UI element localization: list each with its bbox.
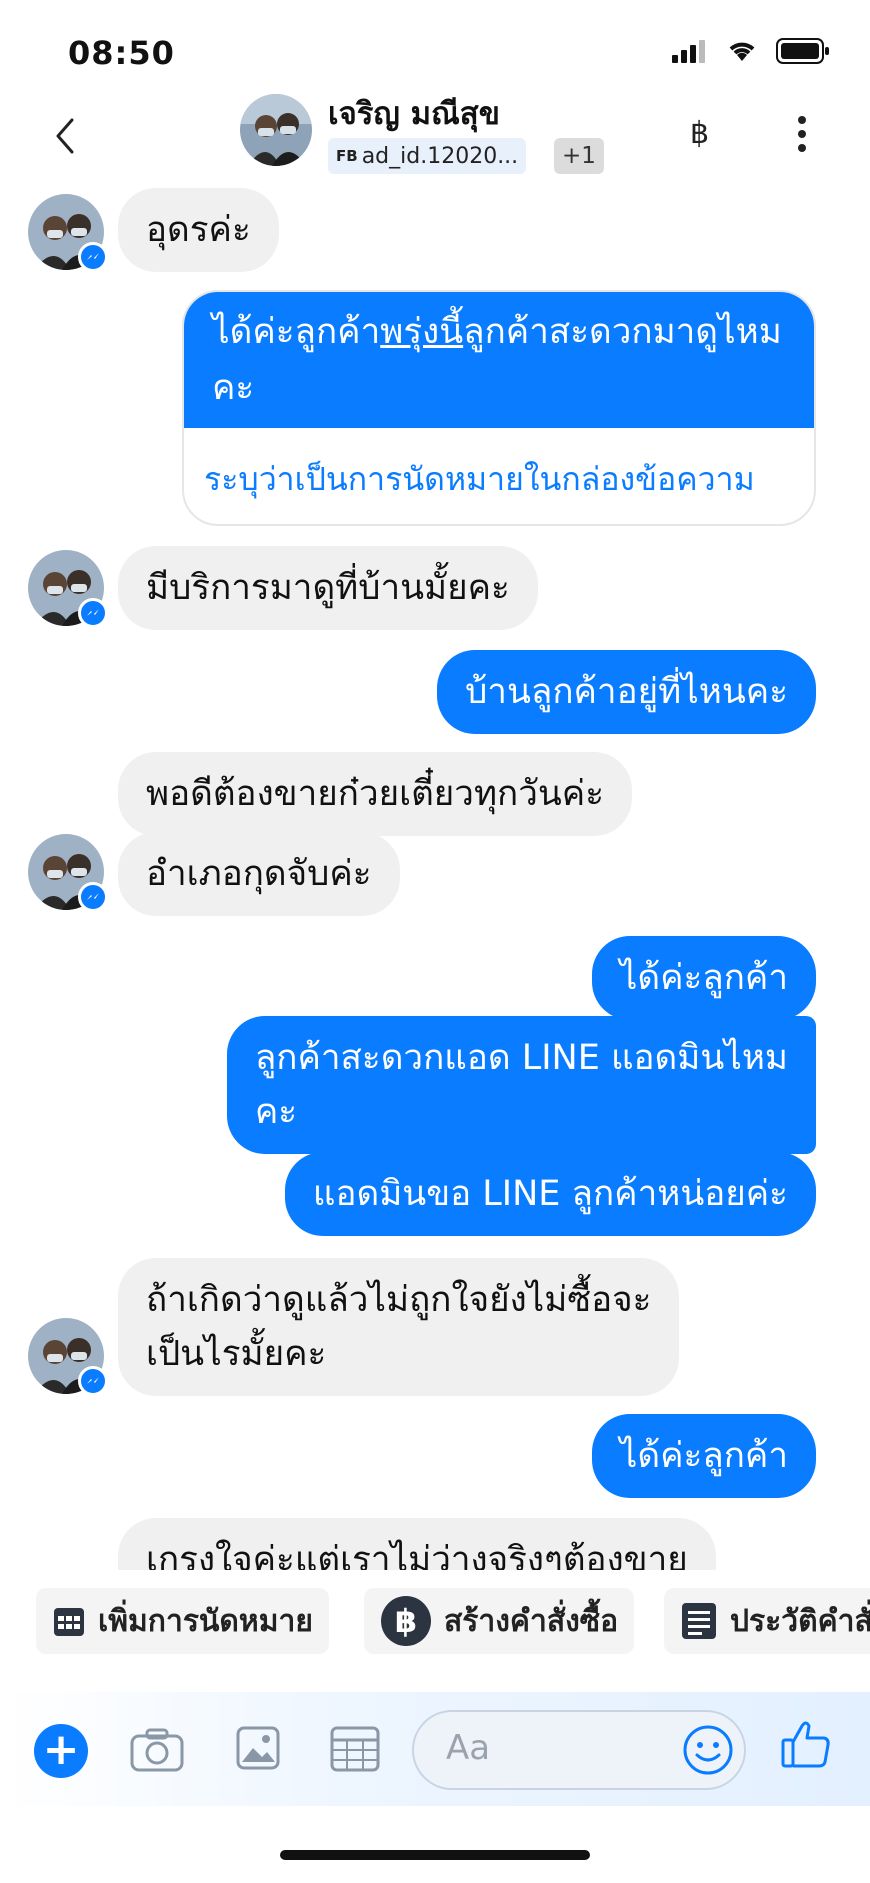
- emoji-icon[interactable]: [682, 1724, 734, 1776]
- message-list[interactable]: อุดรค่ะ ได้ค่ะลูกค้าพรุ่งนี้ลูกค้าสะดวกม…: [0, 186, 870, 1570]
- home-indicator[interactable]: [280, 1850, 590, 1860]
- battery-icon: [776, 38, 829, 64]
- status-icons: [672, 38, 830, 64]
- mark-as-appointment-link[interactable]: ระบุว่าเป็นการนัดหมายในกล่องข้อความ: [184, 428, 814, 524]
- quick-actions-bar: เพิ่มการนัดหมาย ฿ สร้างคำสั่งซื้อ ประวัต…: [0, 1588, 870, 1658]
- messenger-badge-icon: [78, 882, 108, 912]
- message-input[interactable]: Aa: [412, 1710, 746, 1790]
- ad-id-tag[interactable]: FB ad_id.12020...: [328, 138, 527, 174]
- message-bubble[interactable]: ได้ค่ะลูกค้า: [591, 936, 816, 1020]
- message-bubble[interactable]: พอดีต้องขายก๋วยเตี๋ยวทุกวันค่ะ: [118, 752, 633, 836]
- order-history-button[interactable]: ประวัติคำสั่งซื้อ: [664, 1588, 870, 1654]
- signal-icon: [672, 40, 705, 63]
- baht-icon[interactable]: ฿: [690, 116, 709, 151]
- date-link[interactable]: พรุ่งนี้: [380, 312, 463, 352]
- wifi-icon: [729, 42, 755, 61]
- messenger-badge-icon: [78, 598, 108, 628]
- messenger-chat-screen: 08:50 เจริญ มณีสุข FB ad_id.12020... +1 …: [0, 0, 870, 1883]
- back-icon[interactable]: [50, 114, 80, 158]
- status-time: 08:50: [68, 34, 175, 72]
- sender-avatar: [28, 1318, 108, 1396]
- message-bubble[interactable]: อำเภอกุดจับค่ะ: [118, 832, 400, 916]
- fb-label: FB: [336, 147, 358, 165]
- message-bubble[interactable]: ถ้าเกิดว่าดูแล้วไม่ถูกใจยังไม่ซื้อจะ เป็…: [118, 1258, 680, 1396]
- create-order-button[interactable]: ฿ สร้างคำสั่งซื้อ: [364, 1588, 635, 1654]
- sender-avatar: [28, 834, 108, 912]
- receipt-icon: [680, 1601, 718, 1641]
- camera-icon[interactable]: [130, 1728, 184, 1772]
- message-bubble[interactable]: บ้านลูกค้าอยู่ที่ไหนคะ: [437, 650, 816, 734]
- message-bubble[interactable]: ลูกค้าสะดวกแอด LINE แอดมินไหม คะ: [226, 1016, 816, 1154]
- add-appointment-button[interactable]: เพิ่มการนัดหมาย: [36, 1588, 329, 1654]
- sender-avatar: [28, 194, 108, 272]
- message-input-placeholder: Aa: [446, 1728, 491, 1768]
- message-bubble[interactable]: แอดมินขอ LINE ลูกค้าหน่อยค่ะ: [284, 1152, 816, 1236]
- calendar-grid-icon[interactable]: [330, 1726, 380, 1772]
- message-composer: + Aa: [0, 1692, 870, 1806]
- contact-avatar[interactable]: [240, 94, 312, 166]
- more-tags-badge[interactable]: +1: [554, 138, 604, 174]
- baht-circle-icon: ฿: [380, 1595, 432, 1647]
- image-icon[interactable]: [236, 1726, 280, 1770]
- sender-avatar: [28, 550, 108, 628]
- message-bubble: ได้ค่ะลูกค้าพรุ่งนี้ลูกค้าสะดวกมาดูไหมคะ: [184, 292, 814, 428]
- message-bubble[interactable]: อุดรค่ะ: [118, 188, 279, 272]
- appointment-suggestion-card[interactable]: ได้ค่ะลูกค้าพรุ่งนี้ลูกค้าสะดวกมาดูไหมคะ…: [182, 290, 816, 526]
- message-bubble[interactable]: ได้ค่ะลูกค้า: [591, 1414, 816, 1498]
- message-bubble[interactable]: มีบริการมาดูที่บ้านมั้ยคะ: [118, 546, 538, 630]
- messenger-badge-icon: [78, 242, 108, 272]
- calendar-icon: [52, 1604, 86, 1638]
- ad-id-text: ad_id.12020...: [361, 144, 519, 169]
- contact-name: เจริญ มณีสุข: [328, 96, 500, 132]
- svg-text:฿: ฿: [395, 1602, 417, 1640]
- more-options-icon[interactable]: [796, 116, 808, 156]
- message-bubble[interactable]: เกรงใจค่ะแต่เราไม่ว่างจริงๆต้องขาย: [118, 1518, 716, 1570]
- plus-icon[interactable]: +: [34, 1724, 88, 1778]
- thumbs-up-icon[interactable]: [780, 1718, 832, 1770]
- messenger-badge-icon: [78, 1366, 108, 1396]
- chat-header: เจริญ มณีสุข FB ad_id.12020... +1 ฿: [0, 86, 870, 186]
